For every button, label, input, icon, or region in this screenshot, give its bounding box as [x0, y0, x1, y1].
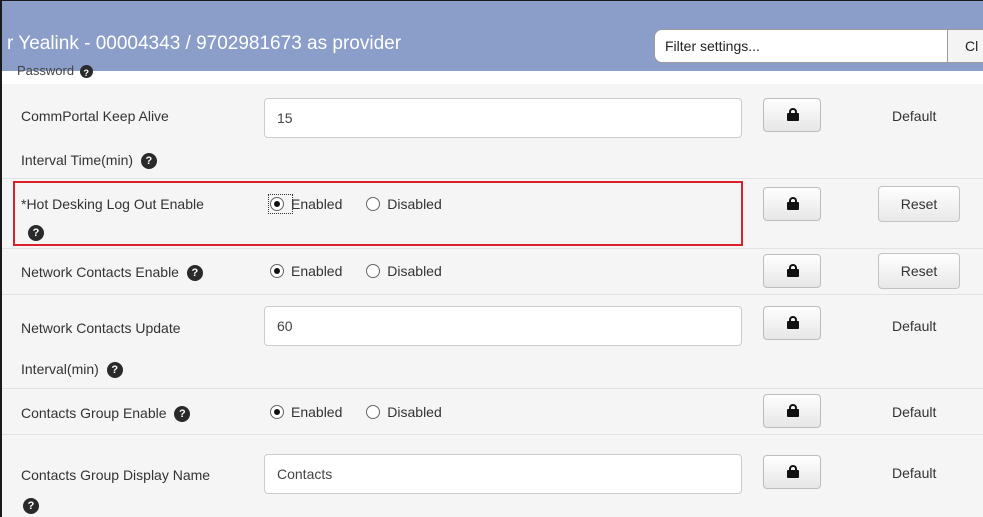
update-interval-input[interactable]: 60 — [264, 306, 742, 346]
highlight-box — [13, 181, 743, 246]
lock-icon — [787, 264, 799, 277]
clear-button[interactable]: Cl — [948, 29, 983, 63]
setting-label: Network Contacts Update — [21, 320, 181, 336]
radio-enabled-label: Enabled — [291, 404, 343, 421]
radio-group: Enabled Disabled — [270, 403, 462, 423]
setting-row-network-contacts-enable: Network Contacts Enable ? Enabled Disabl… — [2, 249, 983, 295]
radio-disabled-label: Disabled — [387, 404, 442, 421]
page-title: r Yealink - 00004343 / 9702981673 as pro… — [7, 33, 402, 54]
settings-panel: r Yealink - 00004343 / 9702981673 as pro… — [0, 0, 983, 517]
setting-label-line2: Interval(min) ? — [21, 359, 123, 379]
question-icon[interactable]: ? — [140, 153, 157, 170]
setting-label-wrap: Contacts Group Enable ? — [21, 403, 191, 423]
question-icon[interactable]: ? — [174, 406, 191, 423]
question-icon[interactable]: ? — [106, 362, 123, 379]
question-icon[interactable]: ? — [23, 498, 39, 514]
status-default: Default — [892, 465, 937, 481]
status-default: Default — [892, 318, 937, 334]
radio-enabled-label: Enabled — [291, 263, 343, 280]
setting-label: Contacts Group Enable — [21, 405, 167, 421]
setting-label: Contacts Group Display Name — [21, 467, 211, 483]
setting-row-commportal-keep-alive: CommPortal Keep Alive Interval Time(min)… — [2, 84, 983, 179]
status-default: Default — [892, 108, 937, 124]
display-name-input[interactable]: Contacts — [264, 454, 742, 494]
keep-alive-interval-input[interactable]: 15 — [264, 98, 742, 138]
radio-button-unchecked[interactable] — [366, 264, 381, 279]
setting-row-network-contacts-update: Network Contacts Update Interval(min) ? … — [2, 295, 983, 389]
radio-group: Enabled Disabled — [270, 262, 462, 282]
setting-row-contacts-group-enable: Contacts Group Enable ? Enabled Disabled… — [2, 389, 983, 435]
radio-button-checked[interactable] — [270, 405, 284, 420]
lock-button[interactable] — [763, 306, 821, 340]
radio-disabled[interactable]: Disabled — [366, 404, 442, 421]
setting-label-line2-text: Interval(min) — [21, 361, 99, 377]
lock-button[interactable] — [763, 455, 821, 489]
radio-disabled-label: Disabled — [387, 263, 442, 280]
lock-icon — [787, 316, 799, 329]
lock-icon — [787, 197, 799, 210]
lock-button[interactable] — [763, 394, 821, 428]
partial-row-label-text: Password — [17, 63, 75, 78]
setting-label-line2: Interval Time(min) ? — [21, 150, 157, 170]
radio-button-checked[interactable] — [270, 264, 284, 279]
question-icon[interactable]: ? — [79, 65, 93, 79]
partial-row-label: Password ? — [17, 63, 93, 79]
setting-row-contacts-group-display-name: Contacts Group Display Name ? Contacts D… — [2, 435, 983, 517]
lock-button[interactable] — [763, 254, 821, 288]
radio-enabled[interactable]: Enabled — [270, 404, 342, 420]
status-default: Default — [892, 404, 937, 420]
lock-icon — [787, 108, 799, 121]
filter-settings-input[interactable]: Filter settings... — [654, 29, 948, 63]
setting-label-line2-text: Interval Time(min) — [21, 152, 134, 168]
lock-icon — [787, 404, 799, 417]
question-icon[interactable]: ? — [186, 265, 203, 282]
radio-disabled[interactable]: Disabled — [366, 263, 442, 280]
reset-button[interactable]: Reset — [878, 253, 960, 289]
lock-icon — [787, 465, 799, 478]
setting-label: CommPortal Keep Alive — [21, 108, 169, 124]
radio-button-unchecked[interactable] — [366, 405, 381, 420]
setting-label: Network Contacts Enable — [21, 264, 179, 280]
header-bar: r Yealink - 00004343 / 9702981673 as pro… — [2, 1, 983, 71]
reset-button[interactable]: Reset — [878, 186, 960, 222]
radio-enabled[interactable]: Enabled — [270, 263, 342, 279]
setting-label-wrap: Network Contacts Enable ? — [21, 262, 203, 282]
lock-button[interactable] — [763, 187, 821, 221]
lock-button[interactable] — [763, 98, 821, 132]
